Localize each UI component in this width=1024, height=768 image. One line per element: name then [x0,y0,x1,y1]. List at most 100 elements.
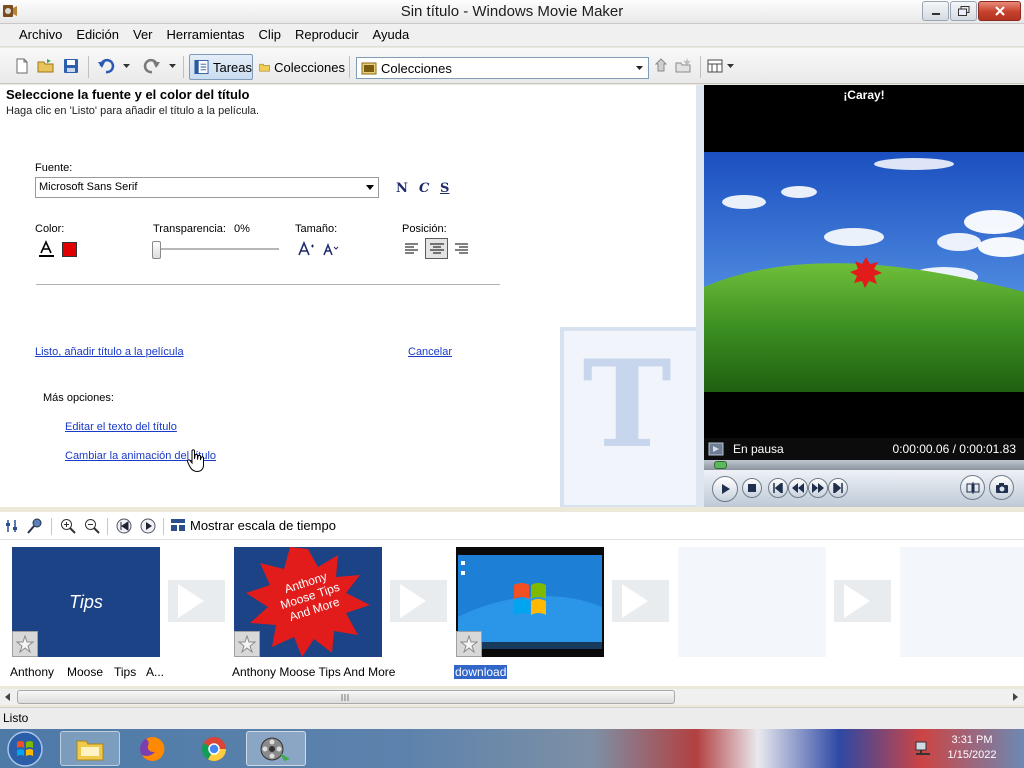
collections-dropdown[interactable]: Colecciones [356,57,649,79]
new-collection-icon[interactable] [675,57,693,75]
text-color-swatch[interactable] [62,242,77,257]
zoom-in-icon[interactable] [60,518,76,534]
restore-button[interactable] [950,1,977,21]
collections-button[interactable]: Colecciones [257,54,345,80]
align-center-icon [430,243,444,254]
video-effect-slot[interactable] [12,631,38,657]
underline-button[interactable]: S [440,181,449,196]
transparency-slider-thumb[interactable] [152,241,161,259]
menu-reproducir[interactable]: Reproducir [288,24,366,46]
redo-dropdown-icon[interactable] [168,63,177,69]
zoom-out-icon[interactable] [84,518,100,534]
next-button[interactable] [828,478,848,498]
edit-title-text-link[interactable]: Editar el texto del título [65,421,177,433]
transition-arrow-icon [844,584,870,618]
empty-clip-slot[interactable] [900,547,1024,657]
storyboard-clip-selected[interactable] [456,547,604,657]
scrollbar-thumb[interactable] [17,690,675,704]
show-timeline-button[interactable]: Mostrar escala de tiempo [170,517,336,533]
start-button[interactable] [6,730,44,768]
dropdown-button[interactable] [631,58,648,78]
done-add-title-link[interactable]: Listo, añadir título a la película [35,346,184,358]
close-button[interactable] [978,1,1021,21]
cancel-link[interactable]: Cancelar [408,346,452,358]
scroll-left-icon[interactable] [4,693,12,701]
menu-ayuda[interactable]: Ayuda [366,24,417,46]
monitor-icon [708,442,724,456]
seek-bar[interactable] [704,460,1024,470]
menu-edicion[interactable]: Edición [69,24,126,46]
align-right-icon[interactable] [453,242,469,256]
scroll-right-icon[interactable] [1011,693,1019,701]
align-center-button[interactable] [425,238,448,259]
stop-icon [748,484,756,492]
rewind-storyboard-icon[interactable] [116,518,132,534]
take-picture-button[interactable] [989,475,1014,500]
play-storyboard-icon[interactable] [140,518,156,534]
save-icon[interactable] [62,57,80,75]
star-icon [460,635,478,653]
tasks-button[interactable]: Tareas [189,54,253,80]
play-button[interactable] [712,476,738,502]
undo-icon[interactable] [97,57,115,75]
transition-slot[interactable] [390,580,447,622]
views-icon[interactable] [707,57,725,75]
task-subheading: Haga clic en 'Listo' para añadir el títu… [6,105,260,117]
transition-slot[interactable] [168,580,225,622]
storyboard-scrollbar[interactable] [0,689,1024,705]
menu-clip[interactable]: Clip [252,24,288,46]
split-clip-button[interactable] [960,475,985,500]
font-dropdown[interactable]: Microsoft Sans Serif [35,177,379,198]
text-color-icon[interactable] [38,240,56,258]
fast-forward-button[interactable] [808,478,828,498]
toolbar-separator [349,56,350,78]
menu-herramientas[interactable]: Herramientas [160,24,252,46]
transparency-label: Transparencia: [153,223,226,235]
system-clock[interactable]: 3:31 PM 1/15/2022 [942,733,1002,763]
taskbar-firefox[interactable] [122,731,182,766]
transparency-slider-track[interactable] [153,248,279,250]
narrate-timeline-icon[interactable] [27,518,43,534]
align-left-icon[interactable] [404,242,420,256]
title-watermark-icon: T [560,327,696,507]
menu-archivo[interactable]: Archivo [12,24,69,46]
menu-ver[interactable]: Ver [126,24,160,46]
toolbar-separator [700,56,701,78]
seek-thumb[interactable] [714,461,727,469]
tasks-icon [194,59,209,75]
increase-size-icon[interactable] [298,241,316,257]
previous-icon [773,483,783,493]
video-effect-slot[interactable] [234,631,260,657]
pane-splitter[interactable] [696,85,704,507]
video-effect-slot[interactable] [456,631,482,657]
position-label: Posición: [402,223,447,235]
storyboard-clip[interactable]: Tips [12,547,160,657]
new-project-icon[interactable] [13,57,31,75]
network-icon[interactable] [914,739,932,757]
up-level-icon[interactable] [654,57,672,75]
taskbar-movie-maker[interactable] [246,731,306,766]
bold-button[interactable]: N [396,181,408,196]
stop-button[interactable] [742,478,762,498]
window-title: Sin título - Windows Movie Maker [400,3,624,20]
undo-dropdown-icon[interactable] [122,63,131,69]
decrease-size-icon[interactable] [323,243,339,257]
minimize-button[interactable] [922,1,949,21]
storyboard-toolbar: Mostrar escala de tiempo [0,512,1024,540]
taskbar-chrome[interactable] [184,731,244,766]
audio-levels-icon[interactable] [5,519,19,533]
transition-slot[interactable] [612,580,669,622]
storyboard-clip[interactable]: Anthony Moose Tips And More [234,547,382,657]
redo-icon[interactable] [143,57,161,75]
color-label: Color: [35,223,65,235]
previous-button[interactable] [768,478,788,498]
taskbar-explorer[interactable] [60,731,120,766]
empty-clip-slot[interactable] [678,547,826,657]
open-project-icon[interactable] [37,57,55,75]
rewind-button[interactable] [788,478,808,498]
views-dropdown-icon[interactable] [726,63,735,69]
italic-button[interactable]: C [419,181,429,196]
movie-maker-icon[interactable] [2,3,18,19]
toolbar-separator [51,518,52,535]
transition-slot[interactable] [834,580,891,622]
